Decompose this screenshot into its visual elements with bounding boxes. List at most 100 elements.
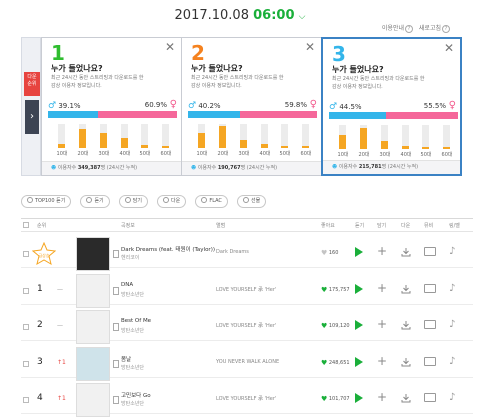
likes[interactable]: ♥ 109,120 <box>321 322 350 330</box>
row-checkbox[interactable] <box>23 324 29 330</box>
artist-name[interactable]: 방탄소년단 <box>121 364 144 371</box>
song-title[interactable]: Dark Dreams (feat. 태원이 (Taylor)) <box>121 245 215 253</box>
play-icon[interactable] <box>355 283 363 294</box>
top100-play-button[interactable]: TOP100 듣기 <box>21 195 72 208</box>
plus-icon[interactable]: + <box>377 354 387 368</box>
close-icon[interactable]: ✕ <box>165 40 175 54</box>
download-icon[interactable] <box>401 247 411 257</box>
chart-time[interactable]: 06:00 <box>253 8 294 23</box>
likes[interactable]: ♥ 160 <box>321 249 338 257</box>
age-label: 20대 <box>358 152 370 158</box>
play-icon <box>86 197 93 203</box>
ringtone-icon[interactable]: ♪ <box>449 356 455 367</box>
male-icon: ♂ <box>48 101 57 111</box>
plus-icon <box>124 197 131 203</box>
album-art[interactable] <box>76 237 110 271</box>
info-icon[interactable] <box>113 286 119 295</box>
play-icon[interactable] <box>355 393 363 403</box>
download-icon[interactable] <box>401 357 411 367</box>
ringtone-icon[interactable]: ♪ <box>449 392 455 403</box>
info-icon[interactable] <box>113 359 119 368</box>
header-mv: 뮤비 <box>424 223 434 229</box>
table-row[interactable]: 급상승 Dark Dreams (feat. 태원이 (Taylor)) 헨리코… <box>21 232 473 271</box>
table-row[interactable]: 4 ↑1 고민보다 Go 방탄소년단 LOVE YOURSELF 承 'Her' … <box>21 378 473 417</box>
song-title[interactable]: DNA <box>121 282 133 288</box>
gift-button[interactable]: 선물 <box>237 195 267 208</box>
row-checkbox[interactable] <box>23 287 29 294</box>
download-icon[interactable] <box>401 320 411 330</box>
add-button[interactable]: 담기 <box>118 195 148 208</box>
users-icon: ☻ <box>332 164 338 170</box>
music-video-icon[interactable] <box>424 283 436 293</box>
male-icon: ♂ <box>188 101 197 111</box>
close-icon[interactable]: ✕ <box>305 40 315 54</box>
age-bar <box>302 124 309 148</box>
ringtone-icon[interactable]: ♪ <box>449 319 455 330</box>
header-download: 다운 <box>401 223 411 229</box>
table-row[interactable]: 3 ↑1 봄날 방탄소년단 YOU NEVER WALK ALONE ♥ 248,… <box>21 342 473 381</box>
music-video-icon[interactable] <box>424 393 436 402</box>
likes[interactable]: ♥ 101,707 <box>321 395 350 403</box>
download-icon[interactable] <box>401 284 411 294</box>
album-art[interactable] <box>76 383 110 417</box>
age-label: 50대 <box>139 151 151 157</box>
artist-name[interactable]: 방탄소년단 <box>121 327 144 334</box>
table-row[interactable]: 2 — Best Of Me 방탄소년단 LOVE YOURSELF 承 'Her… <box>21 305 473 344</box>
download-rank-tab[interactable]: 다운 순위 <box>24 72 40 96</box>
likes[interactable]: ♥ 248,651 <box>321 359 350 367</box>
play-button[interactable]: 듣기 <box>80 195 110 208</box>
header-listen: 듣기 <box>355 223 365 229</box>
album-art[interactable] <box>76 310 110 344</box>
rank-change: ↑1 <box>57 358 66 366</box>
help-icon[interactable]: ? <box>442 25 450 33</box>
album-name[interactable]: YOU NEVER WALK ALONE <box>216 359 279 365</box>
chevron-right-icon[interactable]: › <box>25 100 39 134</box>
music-video-icon[interactable] <box>424 320 436 329</box>
music-video-icon[interactable] <box>424 247 436 256</box>
refresh-link[interactable]: 새로고침 <box>419 25 441 32</box>
male-percent: ♂ 40.2% <box>188 101 221 111</box>
ringtone-icon[interactable]: ♪ <box>449 283 455 294</box>
flac-button[interactable]: FLAC <box>195 195 228 208</box>
song-title[interactable]: 봄날 <box>121 355 131 363</box>
select-all-checkbox[interactable] <box>23 222 29 228</box>
plus-icon[interactable]: + <box>377 281 387 295</box>
song-title[interactable]: 고민보다 Go <box>121 391 151 399</box>
usage-guide-link[interactable]: 이용안내 <box>382 25 404 32</box>
song-title[interactable]: Best Of Me <box>121 318 151 324</box>
album-name[interactable]: LOVE YOURSELF 承 'Her' <box>216 286 276 293</box>
row-checkbox[interactable] <box>23 397 29 403</box>
artist-name[interactable]: 방탄소년단 <box>121 400 144 407</box>
header-links: 이용안내? 새로고침? <box>382 23 454 33</box>
info-icon[interactable] <box>113 250 119 258</box>
card-description: 최근 24시간 동안 스트리밍과 다운로드를 한 감상 이용자 정보입니다. <box>51 75 144 89</box>
download-button[interactable]: 다운 <box>157 195 187 208</box>
album-name[interactable]: Dark Dreams <box>216 249 249 255</box>
plus-icon[interactable]: + <box>377 390 387 404</box>
likes[interactable]: ♥ 175,757 <box>321 286 350 294</box>
play-icon[interactable] <box>355 320 363 330</box>
help-icon[interactable]: ? <box>404 25 413 33</box>
plus-icon[interactable]: + <box>377 317 387 331</box>
row-checkbox[interactable] <box>23 360 29 367</box>
info-icon[interactable] <box>113 396 119 404</box>
play-icon[interactable] <box>355 247 363 257</box>
table-row[interactable]: 1 — DNA 방탄소년단 LOVE YOURSELF 承 'Her' ♥ 175… <box>21 269 473 308</box>
album-art[interactable] <box>76 346 110 381</box>
chevron-down-icon[interactable]: ⌵ <box>299 12 306 22</box>
download-icon[interactable] <box>401 393 411 403</box>
ringtone-icon[interactable]: ♪ <box>449 246 455 257</box>
row-checkbox[interactable] <box>23 251 29 257</box>
svg-text:급상승: 급상승 <box>38 252 49 258</box>
info-icon[interactable] <box>113 323 119 331</box>
album-art[interactable] <box>76 273 110 308</box>
age-label: 60대 <box>160 151 172 157</box>
plus-icon[interactable]: + <box>377 244 387 258</box>
album-name[interactable]: LOVE YOURSELF 承 'Her' <box>216 322 276 329</box>
album-name[interactable]: LOVE YOURSELF 承 'Her' <box>216 395 276 402</box>
artist-name[interactable]: 방탄소년단 <box>121 291 144 298</box>
close-icon[interactable]: ✕ <box>444 41 454 55</box>
artist-name[interactable]: 헨리코이 <box>121 254 139 261</box>
music-video-icon[interactable] <box>424 356 436 366</box>
play-icon[interactable] <box>355 356 363 367</box>
